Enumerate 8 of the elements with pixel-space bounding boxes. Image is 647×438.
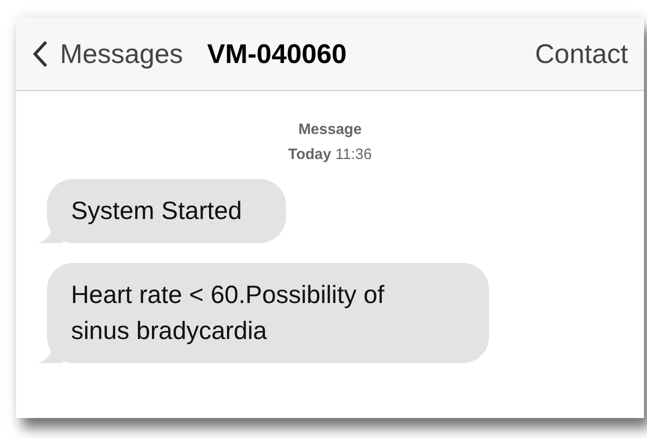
message-bubble: Heart rate < 60.Possibility of sinus bradycardia xyxy=(37,263,489,363)
back-icon xyxy=(32,41,48,67)
message-timestamp: Today 11:36 xyxy=(288,145,372,165)
message-label: Message xyxy=(298,120,362,140)
back-button[interactable]: Messages xyxy=(32,38,184,70)
message-bubble: System Started xyxy=(37,179,286,243)
contact-button[interactable]: Contact xyxy=(534,38,628,70)
conversation-title: VM-040060 xyxy=(207,38,347,70)
